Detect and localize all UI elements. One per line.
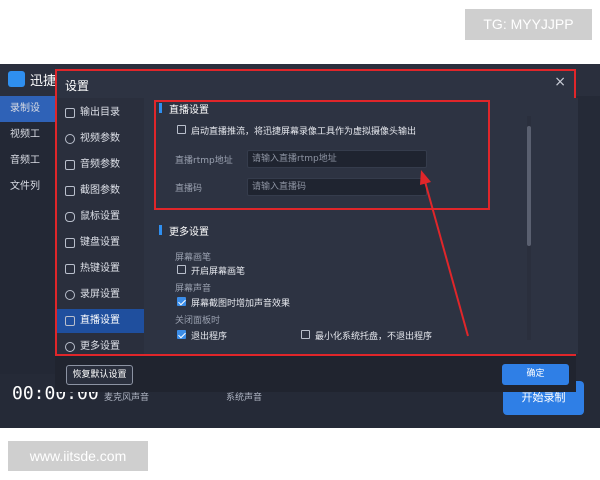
video-icon [65, 134, 75, 144]
hotkey-icon [65, 264, 75, 274]
folder-icon [65, 108, 75, 118]
screenshot-icon [65, 186, 75, 196]
audio-icon [65, 160, 75, 170]
live-icon [65, 316, 75, 326]
section-marker [159, 225, 162, 235]
page: TG: MYYJJPP 迅捷 录制设 视频工 音频工 文件列 00:00:00 … [0, 0, 600, 480]
url-watermark: www.iitsde.com [8, 441, 148, 471]
tray-option-label: 最小化系统托盘，不退出程序 [315, 332, 433, 342]
app-screenshot: 迅捷 录制设 视频工 音频工 文件列 00:00:00 麦克风声音 系统声音 开… [0, 64, 600, 428]
sidebar-item-label: 输出目录 [80, 107, 120, 118]
sidebar-item-label: 鼠标设置 [80, 211, 120, 222]
pen-option-label: 开启屏幕画笔 [191, 267, 246, 277]
scrollbar-thumb[interactable] [527, 126, 531, 246]
dialog-footer [55, 356, 576, 392]
app-logo-icon [8, 71, 25, 87]
sidebar-item-label: 截图参数 [80, 185, 120, 196]
sidebar-item-live[interactable]: 直播设置 [57, 309, 144, 333]
sound-checkbox[interactable] [177, 297, 186, 306]
reset-defaults-button[interactable]: 恢复默认设置 [66, 365, 133, 385]
nav-record-settings[interactable]: 录制设 [0, 96, 56, 122]
annotation-highlight-box [154, 100, 490, 210]
tg-watermark: TG: MYYJJPP [465, 9, 592, 40]
sidebar-item-label: 键盘设置 [80, 237, 120, 248]
sidebar-item-audio-params[interactable]: 音频参数 [57, 153, 144, 177]
sound-heading: 屏幕声音 [175, 284, 212, 294]
nav-audio-tools[interactable]: 音频工 [0, 148, 56, 174]
sidebar-item-screen-record[interactable]: 录屏设置 [57, 283, 144, 307]
exit-option-label: 退出程序 [191, 332, 228, 342]
settings-sidebar: 输出目录 视频参数 音频参数 截图参数 鼠标设置 键盘设置 热键设置 录屏设置 … [57, 98, 144, 354]
more-icon [65, 342, 75, 352]
tray-checkbox[interactable] [301, 330, 310, 339]
nav-file-list[interactable]: 文件列 [0, 174, 56, 200]
sidebar-item-output-dir[interactable]: 输出目录 [57, 101, 144, 125]
sidebar-item-video-params[interactable]: 视频参数 [57, 127, 144, 151]
close-icon[interactable]: × [554, 74, 566, 90]
dialog-title: 设置 [65, 79, 90, 93]
pen-checkbox[interactable] [177, 265, 186, 274]
sidebar-item-label: 更多设置 [80, 341, 120, 352]
sidebar-item-hotkeys[interactable]: 热键设置 [57, 257, 144, 281]
exit-checkbox[interactable] [177, 330, 186, 339]
pen-heading: 屏幕画笔 [175, 253, 212, 263]
mouse-icon [65, 212, 75, 222]
sidebar-item-screenshot-params[interactable]: 截图参数 [57, 179, 144, 203]
ok-button[interactable]: 确定 [502, 364, 569, 385]
more-section-title: 更多设置 [169, 227, 209, 238]
sidebar-item-label: 直播设置 [80, 315, 120, 326]
sound-option-label: 屏幕截图时增加声音效果 [191, 299, 291, 309]
sidebar-item-label: 音频参数 [80, 159, 120, 170]
sidebar-item-mouse[interactable]: 鼠标设置 [57, 205, 144, 229]
app-title: 迅捷 [30, 74, 57, 89]
record-icon [65, 290, 75, 300]
sidebar-item-keyboard[interactable]: 键盘设置 [57, 231, 144, 255]
keyboard-icon [65, 238, 75, 248]
close-heading: 关闭面板时 [175, 316, 221, 326]
sidebar-item-label: 热键设置 [80, 263, 120, 274]
sidebar-item-label: 视频参数 [80, 133, 120, 144]
nav-video-tools[interactable]: 视频工 [0, 122, 56, 148]
sidebar-item-label: 录屏设置 [80, 289, 120, 300]
